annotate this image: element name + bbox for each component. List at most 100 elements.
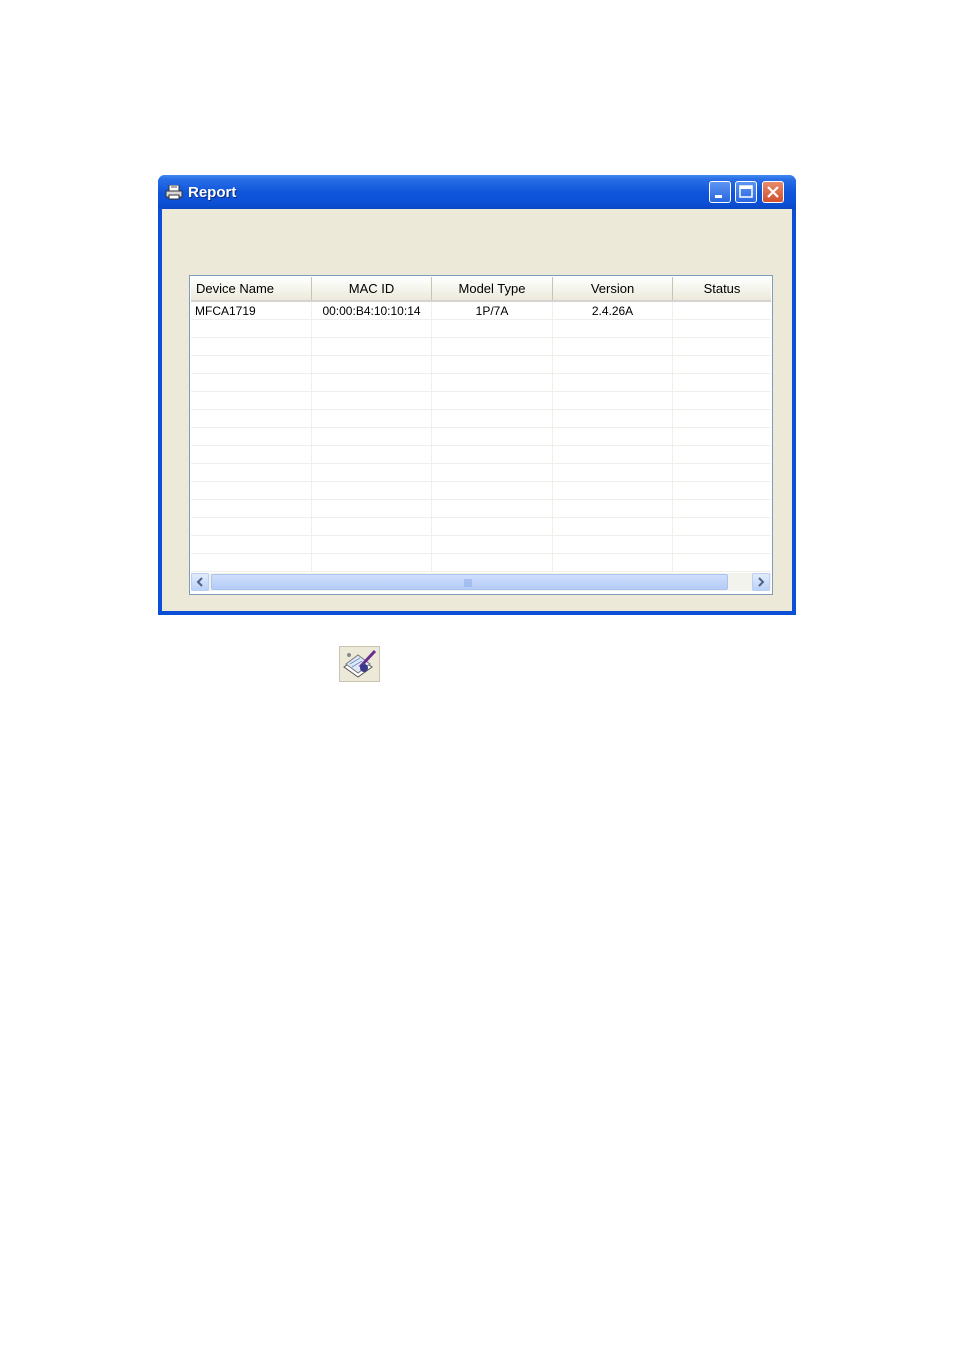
empty-cell bbox=[312, 536, 432, 553]
empty-cell bbox=[432, 392, 553, 409]
table-row[interactable] bbox=[191, 554, 771, 572]
empty-cell bbox=[432, 338, 553, 355]
table-row[interactable] bbox=[191, 428, 771, 446]
empty-cell bbox=[191, 536, 312, 553]
table-row[interactable] bbox=[191, 356, 771, 374]
empty-cell bbox=[312, 338, 432, 355]
empty-cell bbox=[432, 554, 553, 571]
maximize-icon bbox=[739, 185, 753, 198]
empty-cell bbox=[673, 338, 771, 355]
printer-icon bbox=[165, 184, 183, 200]
cell-mac-id: 00:00:B4:10:10:14 bbox=[312, 302, 432, 319]
empty-cell bbox=[432, 446, 553, 463]
report-edit-icon[interactable] bbox=[339, 646, 380, 682]
report-window: Report Device Name MAC ID Model Type Ver… bbox=[158, 175, 796, 615]
empty-cell bbox=[191, 356, 312, 373]
empty-cell bbox=[312, 518, 432, 535]
chevron-right-icon bbox=[758, 577, 765, 587]
empty-cell bbox=[673, 320, 771, 337]
table-row[interactable] bbox=[191, 464, 771, 482]
empty-cell bbox=[553, 392, 673, 409]
close-button[interactable] bbox=[762, 181, 784, 203]
title-bar[interactable]: Report bbox=[158, 175, 796, 209]
empty-cell bbox=[432, 464, 553, 481]
horizontal-scrollbar[interactable] bbox=[191, 573, 771, 591]
empty-cell bbox=[191, 446, 312, 463]
empty-cell bbox=[673, 428, 771, 445]
empty-cell bbox=[673, 482, 771, 499]
column-header-device-name[interactable]: Device Name bbox=[191, 277, 312, 300]
chevron-left-icon bbox=[196, 577, 203, 587]
empty-cell bbox=[432, 374, 553, 391]
empty-cell bbox=[191, 428, 312, 445]
minimize-icon bbox=[715, 195, 722, 198]
empty-cell bbox=[432, 518, 553, 535]
empty-cell bbox=[312, 464, 432, 481]
empty-cell bbox=[432, 410, 553, 427]
empty-cell bbox=[312, 374, 432, 391]
column-header-model-type[interactable]: Model Type bbox=[432, 277, 553, 300]
empty-cell bbox=[312, 428, 432, 445]
table-row[interactable] bbox=[191, 410, 771, 428]
scroll-left-button[interactable] bbox=[191, 573, 209, 591]
empty-cell bbox=[553, 410, 673, 427]
table-row[interactable] bbox=[191, 338, 771, 356]
list-rows: MFCA1719 00:00:B4:10:10:14 1P/7A 2.4.26A bbox=[191, 302, 771, 572]
table-row[interactable]: MFCA1719 00:00:B4:10:10:14 1P/7A 2.4.26A bbox=[191, 302, 771, 320]
empty-cell bbox=[312, 410, 432, 427]
empty-cell bbox=[553, 320, 673, 337]
empty-cell bbox=[673, 464, 771, 481]
window-client-area: Device Name MAC ID Model Type Version St… bbox=[162, 209, 792, 611]
device-list[interactable]: Device Name MAC ID Model Type Version St… bbox=[189, 275, 773, 595]
empty-cell bbox=[432, 356, 553, 373]
column-header-mac-id[interactable]: MAC ID bbox=[312, 277, 432, 300]
maximize-button[interactable] bbox=[735, 181, 757, 203]
empty-cell bbox=[553, 482, 673, 499]
grip-icon bbox=[464, 579, 472, 587]
column-header-version[interactable]: Version bbox=[553, 277, 673, 300]
empty-cell bbox=[191, 518, 312, 535]
cell-version: 2.4.26A bbox=[553, 302, 673, 319]
empty-cell bbox=[673, 446, 771, 463]
table-row[interactable] bbox=[191, 446, 771, 464]
minimize-button[interactable] bbox=[709, 181, 731, 203]
empty-cell bbox=[312, 446, 432, 463]
table-row[interactable] bbox=[191, 392, 771, 410]
empty-cell bbox=[432, 428, 553, 445]
empty-cell bbox=[191, 500, 312, 517]
column-header-status[interactable]: Status bbox=[673, 277, 771, 300]
empty-cell bbox=[673, 536, 771, 553]
empty-cell bbox=[312, 320, 432, 337]
empty-cell bbox=[673, 410, 771, 427]
cell-status bbox=[673, 302, 771, 319]
empty-cell bbox=[553, 446, 673, 463]
empty-cell bbox=[191, 338, 312, 355]
empty-cell bbox=[673, 392, 771, 409]
table-row[interactable] bbox=[191, 500, 771, 518]
cell-device-name: MFCA1719 bbox=[191, 302, 312, 319]
close-icon bbox=[767, 186, 779, 198]
scroll-right-button[interactable] bbox=[752, 573, 770, 591]
empty-cell bbox=[312, 500, 432, 517]
empty-cell bbox=[673, 518, 771, 535]
table-row[interactable] bbox=[191, 320, 771, 338]
table-row[interactable] bbox=[191, 482, 771, 500]
empty-cell bbox=[553, 500, 673, 517]
empty-cell bbox=[191, 554, 312, 571]
scrollbar-thumb[interactable] bbox=[211, 574, 728, 590]
cell-model-type: 1P/7A bbox=[432, 302, 553, 319]
empty-cell bbox=[312, 482, 432, 499]
table-row[interactable] bbox=[191, 374, 771, 392]
table-row[interactable] bbox=[191, 536, 771, 554]
empty-cell bbox=[312, 392, 432, 409]
empty-cell bbox=[191, 410, 312, 427]
empty-cell bbox=[191, 320, 312, 337]
list-header: Device Name MAC ID Model Type Version St… bbox=[191, 277, 771, 302]
empty-cell bbox=[553, 356, 673, 373]
empty-cell bbox=[673, 554, 771, 571]
empty-cell bbox=[553, 464, 673, 481]
empty-cell bbox=[432, 482, 553, 499]
empty-cell bbox=[432, 536, 553, 553]
empty-cell bbox=[553, 518, 673, 535]
table-row[interactable] bbox=[191, 518, 771, 536]
